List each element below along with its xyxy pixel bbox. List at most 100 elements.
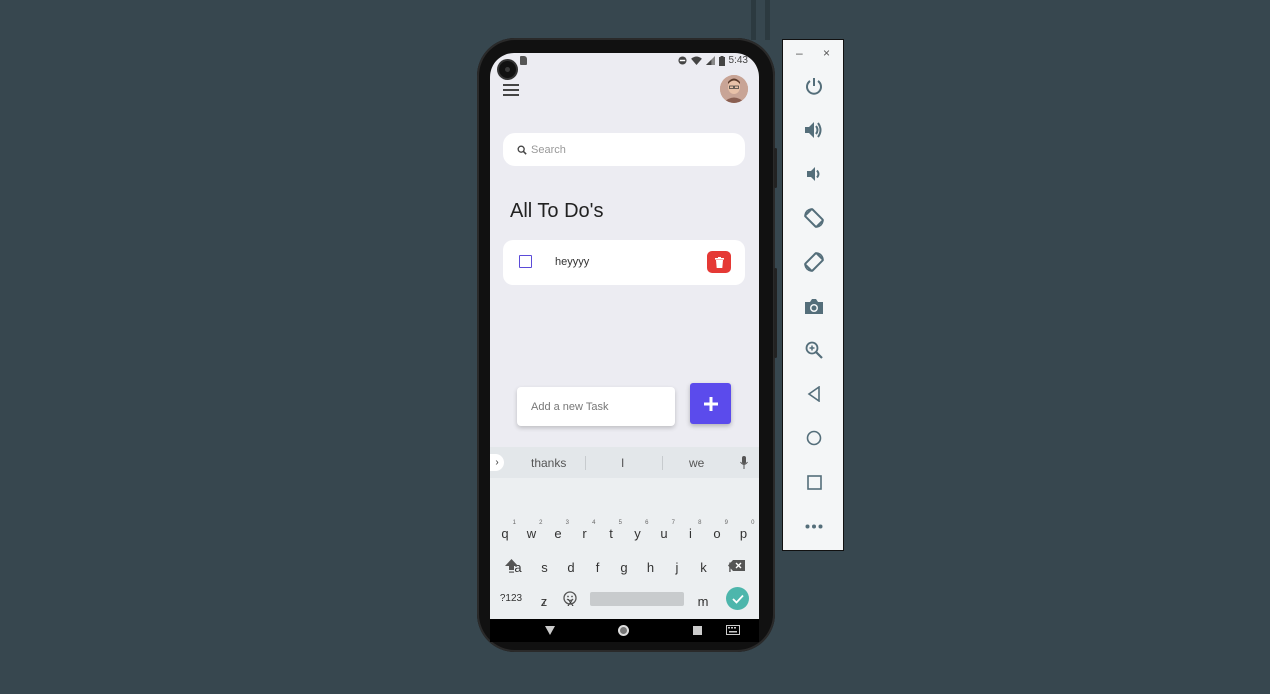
front-camera	[499, 61, 516, 78]
add-task-button[interactable]	[690, 383, 731, 424]
volume-side-button	[774, 268, 777, 358]
key-o[interactable]: o9	[704, 520, 730, 541]
status-bar: 5:43	[490, 53, 759, 69]
back-button[interactable]	[801, 381, 827, 407]
key-hint: 1	[512, 520, 516, 526]
new-task-input[interactable]: Add a new Task	[517, 387, 675, 426]
power-side-button	[774, 148, 777, 188]
todo-item: heyyyy	[503, 240, 745, 285]
back-icon	[807, 386, 820, 402]
key-hint: 6	[645, 520, 649, 526]
minimize-button[interactable]: –	[796, 46, 803, 60]
key-w[interactable]: w2	[519, 520, 545, 541]
key-j[interactable]: j	[664, 560, 690, 575]
volume-down-icon	[807, 167, 820, 181]
search-icon	[517, 145, 527, 155]
emulator-toolbar: – ×	[782, 39, 844, 551]
soft-keyboard: › thanks I we q1w2e3r4t5y6u7i8o9p0 asdfg…	[490, 447, 759, 619]
rotate-right-button[interactable]	[801, 249, 827, 275]
power-icon	[806, 78, 822, 95]
plus-icon	[703, 396, 718, 411]
wifi-icon	[690, 56, 702, 65]
keyboard-switch-icon[interactable]	[726, 625, 740, 635]
enter-key[interactable]	[726, 587, 749, 610]
volume-up-icon	[805, 122, 822, 138]
todo-text: heyyyy	[555, 256, 590, 268]
microphone-icon[interactable]	[740, 456, 748, 469]
key-hint: 3	[565, 520, 569, 526]
zoom-button[interactable]	[801, 337, 827, 363]
key-t[interactable]: t5	[598, 520, 624, 541]
recents-square-icon[interactable]	[693, 626, 702, 635]
phone-screen: 5:43 Search All To Do's heyyyy Add a new…	[490, 53, 759, 642]
key-i[interactable]: i8	[678, 520, 704, 541]
suggestion-1[interactable]: thanks	[531, 456, 566, 470]
checkmark-icon	[731, 594, 744, 604]
shift-icon[interactable]	[504, 558, 519, 573]
key-r[interactable]: r4	[572, 520, 598, 541]
signal-icon	[705, 56, 715, 65]
key-hint: 9	[724, 520, 728, 526]
zoom-icon	[805, 341, 823, 359]
symbols-key[interactable]: ?123	[497, 593, 525, 604]
key-hint: 2	[539, 520, 543, 526]
backspace-icon[interactable]	[728, 560, 745, 571]
home-button[interactable]	[801, 425, 827, 451]
suggestion-3[interactable]: we	[689, 456, 704, 470]
more-button[interactable]	[801, 513, 827, 539]
menu-icon[interactable]	[503, 84, 519, 96]
overview-icon	[806, 474, 822, 490]
rotate-left-icon	[804, 208, 824, 228]
search-bar[interactable]: Search	[503, 133, 745, 166]
phone-frame: 5:43 Search All To Do's heyyyy Add a new…	[477, 38, 777, 652]
sd-card-icon	[520, 56, 527, 65]
more-icon	[805, 524, 823, 528]
key-hint: 5	[618, 520, 622, 526]
key-hint: 7	[671, 520, 675, 526]
power-button[interactable]	[801, 73, 827, 99]
delete-button[interactable]	[707, 251, 731, 273]
key-hint: 0	[751, 520, 755, 526]
system-nav-bar	[490, 619, 759, 642]
key-k[interactable]: k	[691, 560, 717, 575]
do-not-disturb-icon	[677, 56, 687, 65]
rotate-right-icon	[804, 252, 824, 272]
key-s[interactable]: s	[532, 560, 558, 575]
search-placeholder: Search	[531, 143, 566, 156]
suggestion-2[interactable]: I	[621, 456, 624, 470]
emulator-cable	[765, 0, 770, 40]
close-button[interactable]: ×	[823, 46, 830, 60]
spacebar[interactable]	[590, 592, 684, 606]
key-y[interactable]: y6	[625, 520, 651, 541]
key-q[interactable]: q1	[492, 520, 518, 541]
home-icon	[806, 430, 822, 446]
suggestion-bar: › thanks I we	[490, 447, 759, 478]
page-title: All To Do's	[510, 200, 604, 222]
key-d[interactable]: d	[558, 560, 584, 575]
period-key[interactable]: .	[690, 591, 716, 606]
screenshot-button[interactable]	[801, 293, 827, 319]
volume-down-button[interactable]	[801, 161, 827, 187]
emulator-cable	[751, 0, 756, 40]
home-circle-icon[interactable]	[617, 624, 630, 637]
expand-toolbar-icon[interactable]: ›	[490, 454, 504, 471]
avatar[interactable]	[720, 75, 748, 103]
key-hint: 8	[698, 520, 702, 526]
key-g[interactable]: g	[611, 560, 637, 575]
trash-icon	[714, 256, 724, 268]
emoji-icon[interactable]	[563, 591, 577, 605]
camera-icon	[805, 298, 823, 314]
comma-key[interactable]: ,	[531, 591, 557, 606]
key-u[interactable]: u7	[651, 520, 677, 541]
key-h[interactable]: h	[638, 560, 664, 575]
volume-up-button[interactable]	[801, 117, 827, 143]
key-f[interactable]: f	[585, 560, 611, 575]
status-time: 5:43	[728, 55, 748, 66]
key-hint: 4	[592, 520, 596, 526]
rotate-left-button[interactable]	[801, 205, 827, 231]
back-triangle-icon[interactable]	[545, 626, 555, 635]
overview-button[interactable]	[801, 469, 827, 495]
todo-checkbox[interactable]	[519, 255, 532, 268]
key-p[interactable]: p0	[731, 520, 757, 541]
key-e[interactable]: e3	[545, 520, 571, 541]
